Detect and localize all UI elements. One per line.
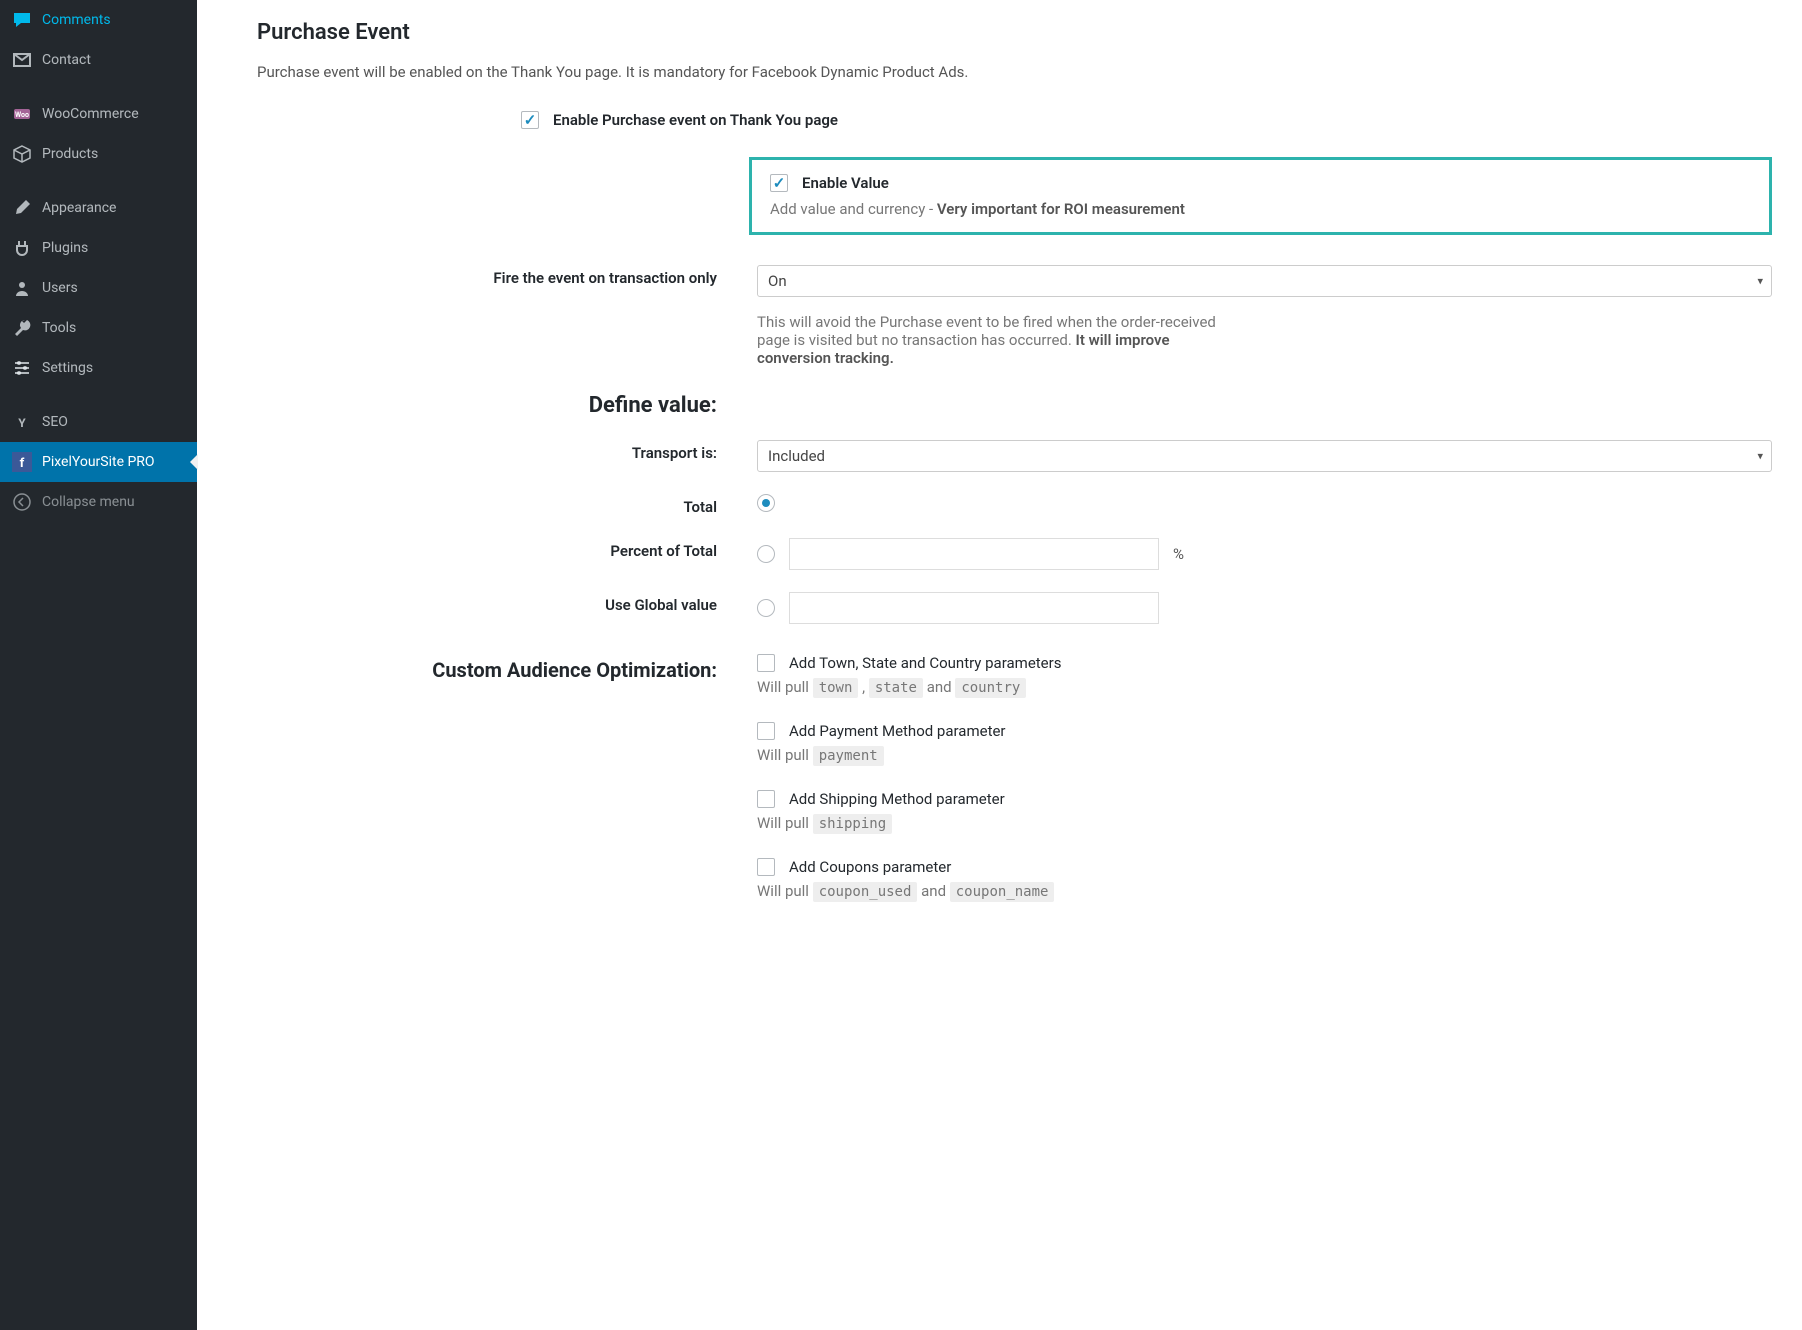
option-checkbox[interactable] — [757, 858, 775, 876]
option-helper: Will pull shipping — [757, 814, 1772, 832]
brush-icon — [12, 198, 32, 218]
sidebar-item-label: Tools — [42, 320, 76, 336]
sidebar-item-label: WooCommerce — [42, 106, 139, 122]
svg-text:Woo: Woo — [15, 111, 29, 119]
admin-sidebar: Comments Contact Woo WooCommerce Product… — [0, 0, 197, 1330]
sidebar-item-label: Contact — [42, 52, 91, 68]
fire-transaction-select[interactable]: On — [757, 265, 1772, 297]
section-title: Purchase Event — [257, 20, 1772, 45]
sidebar-item-label: SEO — [42, 414, 68, 430]
sidebar-item-woocommerce[interactable]: Woo WooCommerce — [0, 94, 197, 134]
user-icon — [12, 278, 32, 298]
global-label: Use Global value — [257, 592, 757, 614]
custom-audience-option: Add Town, State and Country parameters Wi… — [757, 654, 1772, 696]
custom-audience-option: Add Payment Method parameter Will pull pa… — [757, 722, 1772, 764]
transport-label: Transport is: — [257, 440, 757, 462]
global-input[interactable] — [789, 592, 1159, 624]
percent-radio[interactable] — [757, 545, 775, 563]
sidebar-item-label: Products — [42, 146, 98, 162]
fb-icon: f — [12, 452, 32, 472]
sidebar-item-label: Comments — [42, 12, 111, 28]
enable-value-highlight: Enable Value Add value and currency - Ve… — [749, 157, 1772, 235]
global-radio[interactable] — [757, 599, 775, 617]
option-helper: Will pull town , state and country — [757, 678, 1772, 696]
sidebar-item-tools[interactable]: Tools — [0, 308, 197, 348]
option-label: Add Town, State and Country parameters — [789, 654, 1061, 672]
sidebar-item-contact[interactable]: Contact — [0, 40, 197, 80]
total-radio[interactable] — [757, 494, 775, 512]
enable-purchase-label: Enable Purchase event on Thank You page — [553, 111, 838, 129]
option-checkbox[interactable] — [757, 722, 775, 740]
wrench-icon — [12, 318, 32, 338]
define-value-heading: Define value: — [257, 389, 757, 418]
collapse-label: Collapse menu — [42, 494, 135, 510]
sidebar-item-label: Appearance — [42, 200, 116, 216]
svg-text:Y: Y — [18, 416, 26, 430]
svg-text:f: f — [20, 456, 25, 471]
sidebar-item-label: PixelYourSite PRO — [42, 454, 155, 470]
sidebar-item-label: Users — [42, 280, 78, 296]
box-icon — [12, 144, 32, 164]
option-label: Add Coupons parameter — [789, 858, 951, 876]
section-desc: Purchase event will be enabled on the Th… — [257, 63, 1772, 81]
transport-select[interactable]: Included — [757, 440, 1772, 472]
sidebar-item-appearance[interactable]: Appearance — [0, 188, 197, 228]
sidebar-item-label: Plugins — [42, 240, 88, 256]
main-content: Purchase Event Purchase event will be en… — [197, 0, 1802, 1330]
woo-icon: Woo — [12, 104, 32, 124]
comment-icon — [12, 10, 32, 30]
sidebar-item-pixelyoursite[interactable]: f PixelYourSite PRO — [0, 442, 197, 482]
fire-transaction-helper: This will avoid the Purchase event to be… — [757, 313, 1217, 367]
custom-audience-option: Add Shipping Method parameter Will pull s… — [757, 790, 1772, 832]
sidebar-item-comments[interactable]: Comments — [0, 0, 197, 40]
sliders-icon — [12, 358, 32, 378]
sidebar-item-users[interactable]: Users — [0, 268, 197, 308]
option-helper: Will pull payment — [757, 746, 1772, 764]
enable-value-checkbox[interactable] — [770, 174, 788, 192]
option-label: Add Shipping Method parameter — [789, 790, 1005, 808]
enable-value-helper: Add value and currency - Very important … — [770, 200, 1751, 218]
enable-purchase-checkbox[interactable] — [521, 111, 539, 129]
percent-label: Percent of Total — [257, 538, 757, 560]
sidebar-item-plugins[interactable]: Plugins — [0, 228, 197, 268]
seo-icon: Y — [12, 412, 32, 432]
custom-audience-option: Add Coupons parameter Will pull coupon_us… — [757, 858, 1772, 900]
percent-input[interactable] — [789, 538, 1159, 570]
percent-suffix: % — [1173, 545, 1184, 563]
sidebar-item-seo[interactable]: Y SEO — [0, 402, 197, 442]
enable-value-label: Enable Value — [802, 174, 889, 192]
option-helper: Will pull coupon_used and coupon_name — [757, 882, 1772, 900]
custom-audience-heading: Custom Audience Optimization: — [257, 654, 757, 682]
sidebar-item-products[interactable]: Products — [0, 134, 197, 174]
sidebar-item-label: Settings — [42, 360, 93, 376]
option-label: Add Payment Method parameter — [789, 722, 1006, 740]
fire-transaction-label: Fire the event on transaction only — [257, 265, 757, 287]
total-label: Total — [257, 494, 757, 516]
sidebar-item-settings[interactable]: Settings — [0, 348, 197, 388]
mail-icon — [12, 50, 32, 70]
option-checkbox[interactable] — [757, 654, 775, 672]
collapse-menu[interactable]: Collapse menu — [0, 482, 197, 522]
option-checkbox[interactable] — [757, 790, 775, 808]
collapse-icon — [12, 492, 32, 512]
plug-icon — [12, 238, 32, 258]
